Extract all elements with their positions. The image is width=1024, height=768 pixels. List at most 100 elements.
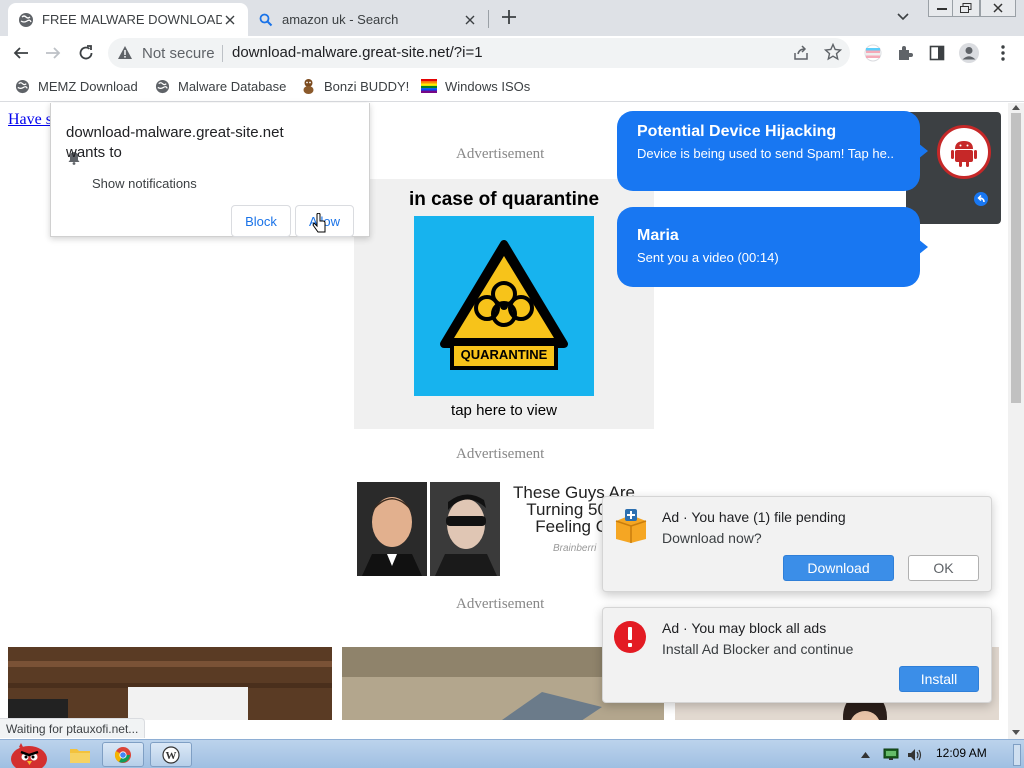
prompt-wants-to: wants to bbox=[66, 144, 122, 161]
security-label[interactable]: Not secure bbox=[142, 45, 215, 62]
tab-search-dropdown-icon[interactable] bbox=[896, 10, 910, 25]
notification-title: Ad · You have (1) file pending bbox=[662, 509, 846, 525]
advertisement-label: Advertisement bbox=[456, 596, 545, 612]
tab-title: FREE MALWARE DOWNLOAD bbox=[42, 12, 222, 27]
plus-icon bbox=[502, 10, 516, 24]
face-photo-2[interactable] bbox=[430, 482, 500, 576]
page-link[interactable]: Have s bbox=[8, 111, 52, 129]
menu-kebab-icon[interactable] bbox=[990, 40, 1016, 66]
bookmark-label: Bonzi BUDDY! bbox=[324, 78, 410, 94]
scroll-up-arrow-icon[interactable] bbox=[1012, 105, 1020, 110]
advertisement-label: Advertisement bbox=[456, 446, 545, 462]
quarantine-sign-text: QUARANTINE bbox=[460, 347, 548, 362]
url-text[interactable]: download-malware.great-site.net/?i=1 bbox=[232, 44, 483, 61]
bookmark-star-icon[interactable] bbox=[823, 42, 843, 64]
angry-bird-icon bbox=[11, 742, 47, 768]
close-icon[interactable] bbox=[222, 12, 238, 28]
ad-notification-adblock[interactable]: Ad · You may block all ads Install Ad Bl… bbox=[602, 607, 992, 703]
tab-separator bbox=[488, 10, 489, 28]
reload-button[interactable] bbox=[73, 40, 99, 66]
volume-icon[interactable] bbox=[906, 742, 924, 767]
restore-button[interactable] bbox=[952, 0, 980, 17]
install-button[interactable]: Install bbox=[899, 666, 979, 692]
ad-title: in case of quarantine bbox=[408, 189, 600, 210]
chat-bubble-hijacking[interactable]: Potential Device Hijacking Device is bei… bbox=[617, 111, 928, 191]
reload-icon bbox=[79, 45, 93, 60]
new-tab-button[interactable] bbox=[498, 6, 520, 28]
prompt-request: Show notifications bbox=[92, 176, 197, 191]
vertical-scrollbar[interactable] bbox=[1008, 103, 1024, 739]
ad-notification-download[interactable]: Ad · You have (1) file pending Download … bbox=[602, 496, 992, 592]
globe-icon bbox=[154, 78, 170, 94]
extensions-puzzle-icon[interactable] bbox=[892, 40, 918, 66]
quarantine-ad[interactable]: in case of quarantine QUARANTINE tap her… bbox=[354, 179, 654, 429]
tab-title: amazon uk - Search bbox=[282, 12, 399, 27]
advertisement-label: Advertisement bbox=[456, 146, 545, 162]
reply-icon[interactable] bbox=[974, 192, 988, 209]
face-photo-1[interactable] bbox=[357, 482, 427, 576]
back-arrow-icon bbox=[13, 47, 28, 59]
download-button[interactable]: Download bbox=[783, 555, 894, 581]
back-button[interactable] bbox=[8, 40, 34, 66]
globe-icon bbox=[14, 78, 30, 94]
bubble-tail bbox=[918, 239, 928, 255]
taskbar-clock[interactable]: 12:09 AM bbox=[936, 746, 987, 760]
close-icon[interactable] bbox=[462, 12, 478, 28]
show-desktop-button[interactable] bbox=[1012, 742, 1022, 767]
biohazard-warning-icon bbox=[440, 240, 568, 370]
search-icon bbox=[258, 12, 274, 28]
warning-icon[interactable] bbox=[117, 45, 133, 63]
bookmark-label: Malware Database bbox=[178, 78, 287, 94]
chat-bubble-maria[interactable]: Maria Sent you a video (00:14) bbox=[617, 207, 928, 287]
bookmark-windows-isos[interactable]: Windows ISOs bbox=[421, 76, 530, 96]
prompt-site: download-malware.great-site.net bbox=[66, 124, 284, 141]
tab-strip: FREE MALWARE DOWNLOAD amazon uk - Search bbox=[0, 0, 1024, 36]
android-avatar-icon[interactable] bbox=[937, 125, 991, 179]
notification-text: Install Ad Blocker and continue bbox=[662, 641, 854, 657]
bookmark-label: Windows ISOs bbox=[445, 78, 531, 94]
notification-title: Ad · You may block all ads bbox=[662, 620, 827, 636]
mouse-cursor-icon bbox=[312, 212, 328, 238]
tab-search[interactable]: amazon uk - Search bbox=[248, 3, 488, 36]
share-icon[interactable] bbox=[792, 44, 810, 65]
profile-avatar-icon[interactable] bbox=[956, 40, 982, 66]
block-button[interactable]: Block bbox=[231, 205, 291, 237]
extension-flag-icon[interactable] bbox=[860, 40, 886, 66]
bookmarks-bar: MEMZ Download Malware Database Bonzi BUD… bbox=[0, 70, 1024, 102]
bookmark-bonzi-buddy[interactable]: Bonzi BUDDY! bbox=[300, 76, 409, 96]
bubble-text: Device is being used to send Spam! Tap h… bbox=[637, 146, 895, 161]
bookmark-malware-database[interactable]: Malware Database bbox=[154, 76, 286, 96]
network-icon[interactable] bbox=[882, 742, 900, 767]
address-bar[interactable]: Not secure download-malware.great-site.n… bbox=[108, 38, 850, 68]
file-explorer-icon[interactable] bbox=[62, 742, 98, 767]
ad-caption: tap here to view bbox=[451, 402, 557, 419]
tray-expand-icon[interactable] bbox=[858, 742, 872, 767]
wordpress-taskbar-button[interactable]: W bbox=[150, 742, 192, 767]
bookmark-memz[interactable]: MEMZ Download bbox=[14, 76, 138, 96]
scrollbar-thumb[interactable] bbox=[1011, 113, 1021, 403]
tab-active[interactable]: FREE MALWARE DOWNLOAD bbox=[8, 3, 248, 36]
close-window-button[interactable] bbox=[980, 0, 1016, 17]
bubble-text: Sent you a video (00:14) bbox=[637, 250, 779, 265]
side-panel-icon[interactable] bbox=[924, 40, 950, 66]
ad-source: Brainberri bbox=[553, 543, 597, 554]
ok-button[interactable]: OK bbox=[908, 555, 979, 581]
bubble-tail bbox=[918, 143, 928, 159]
start-button[interactable] bbox=[4, 742, 50, 768]
scroll-down-arrow-icon[interactable] bbox=[1012, 730, 1020, 735]
quarantine-image[interactable]: QUARANTINE bbox=[414, 216, 594, 396]
chrome-taskbar-button[interactable] bbox=[102, 742, 144, 767]
globe-icon bbox=[18, 12, 34, 28]
package-icon bbox=[613, 509, 649, 546]
thumbnail-photo-1[interactable] bbox=[8, 647, 332, 720]
svg-text:W: W bbox=[166, 750, 177, 762]
forward-arrow-icon bbox=[46, 47, 61, 59]
bookmark-label: MEMZ Download bbox=[38, 78, 138, 94]
rainbow-flag-icon bbox=[421, 78, 437, 94]
forward-button[interactable] bbox=[40, 40, 66, 66]
bubble-title: Potential Device Hijacking bbox=[637, 123, 837, 140]
toolbar: Not secure download-malware.great-site.n… bbox=[0, 36, 1024, 70]
exclamation-icon bbox=[613, 620, 647, 657]
omnibox-divider bbox=[222, 45, 223, 62]
taskbar: W 12:09 AM bbox=[0, 739, 1024, 768]
